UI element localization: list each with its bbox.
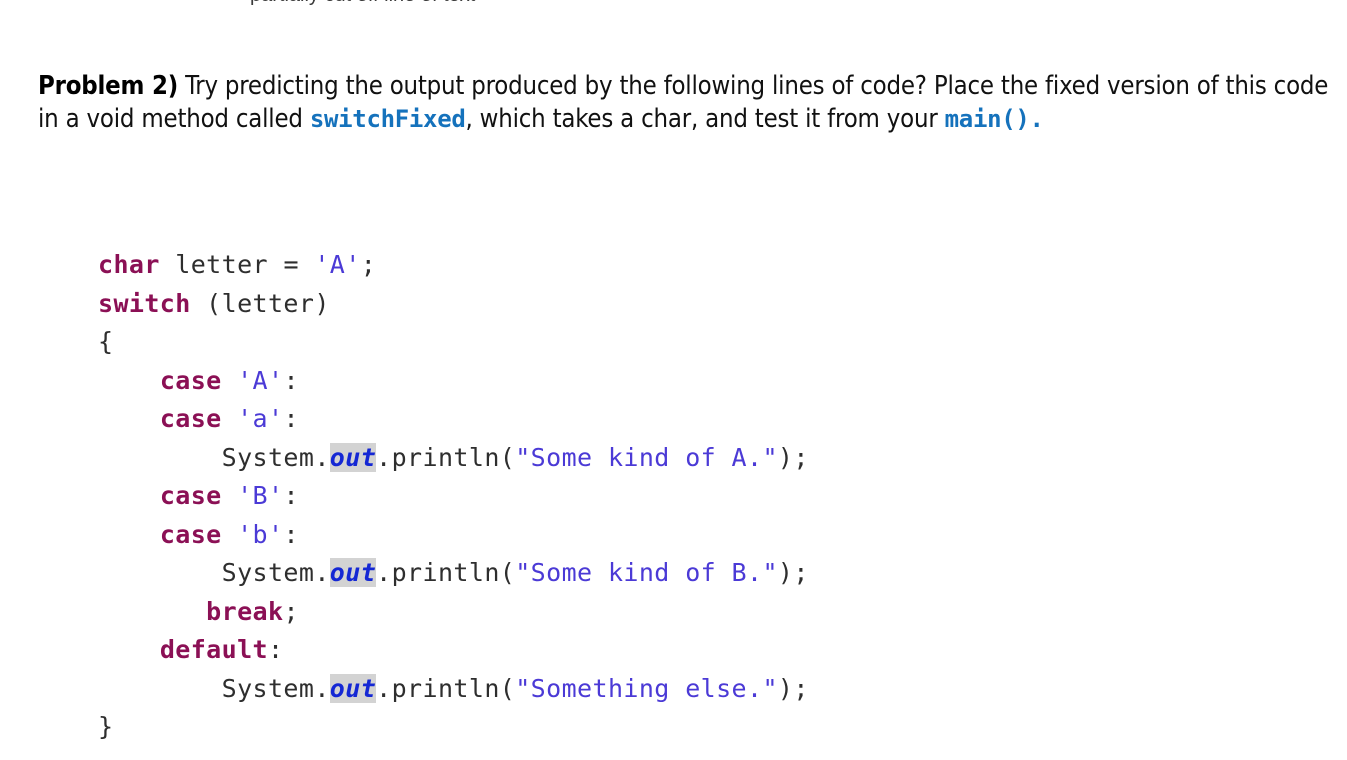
code-token-punct: ( — [499, 673, 516, 703]
code-line: default: — [98, 631, 809, 670]
code-token-punct: ) — [777, 442, 794, 472]
code-token-punct: . — [314, 442, 330, 472]
code-token-str: "Some kind of B." — [515, 558, 778, 587]
code-line: case 'a': — [98, 400, 809, 439]
code-token-field-out: out — [329, 673, 377, 703]
code-token-ident: letter — [175, 250, 268, 279]
code-token-punct: ) — [777, 558, 794, 587]
code-token-kw: default — [159, 635, 268, 664]
code-token-ident: println — [391, 442, 500, 472]
code-token-punct: ) — [777, 673, 794, 703]
code-token-punct: : — [283, 481, 299, 510]
code-token-brace: } — [98, 712, 114, 741]
code-token-punct: ( — [499, 442, 516, 472]
code-token-punct: : — [283, 404, 299, 433]
code-token-lit: 'a' — [237, 404, 284, 433]
code-token-kw: case — [159, 519, 222, 549]
code-token-punct: ; — [793, 673, 809, 703]
code-token-punct: : — [283, 365, 299, 395]
problem-label: Problem 2) — [38, 70, 179, 101]
code-line: { — [98, 323, 809, 362]
code-token-ident: letter — [221, 288, 315, 318]
code-token-lit: 'A' — [237, 365, 284, 395]
code-line: System.out.println("Something else."); — [98, 670, 809, 709]
code-token-lit: 'B' — [237, 481, 284, 510]
code-token-lit: 'A' — [314, 250, 361, 279]
code-line: case 'b': — [98, 516, 809, 555]
code-token-punct: ; — [360, 250, 377, 279]
code-token-str: "Some kind of A." — [515, 442, 778, 472]
clipped-top-text: partially cut off line of text — [250, 0, 475, 6]
code-line: break; — [98, 593, 809, 632]
code-line: case 'B': — [98, 477, 809, 516]
code-token-punct: ) — [314, 288, 330, 318]
method-name-switchfixed: switchFixed — [309, 104, 466, 133]
code-token-field-out: out — [329, 558, 377, 587]
code-token-kw: char — [98, 250, 160, 279]
prompt-text-part-2: , which takes a char, and test it from y… — [465, 103, 945, 134]
code-line: case 'A': — [98, 362, 809, 401]
code-token-brace: { — [98, 327, 114, 356]
code-token-punct: ; — [793, 442, 809, 472]
code-token-punct: ( — [499, 558, 516, 587]
code-token-punct: ; — [283, 596, 299, 626]
java-code-listing: char letter = 'A'; switch (letter){ case … — [98, 246, 809, 747]
code-token-punct: . — [376, 442, 392, 472]
code-token-ident: System — [221, 558, 315, 587]
code-token-punct: = — [283, 250, 299, 279]
code-token-str: "Something else." — [515, 673, 778, 703]
code-token-punct: . — [376, 558, 392, 587]
code-line: } — [98, 708, 809, 747]
code-token-kw: case — [159, 365, 222, 395]
code-token-punct: ( — [206, 288, 222, 318]
code-token-ident: System — [221, 442, 315, 472]
code-token-kw: case — [159, 404, 222, 433]
code-token-ident: println — [391, 558, 500, 587]
code-token-punct: ; — [793, 558, 809, 587]
code-token-lit: 'b' — [237, 519, 284, 549]
code-line: char letter = 'A'; — [98, 246, 809, 285]
code-token-punct: . — [314, 673, 330, 703]
method-name-main: main(). — [944, 104, 1044, 133]
code-token-punct: : — [283, 519, 299, 549]
code-line: System.out.println("Some kind of B."); — [98, 554, 809, 593]
code-token-punct: : — [267, 635, 284, 664]
code-token-ident: println — [391, 673, 500, 703]
code-token-kw: switch — [98, 288, 191, 318]
code-token-punct: . — [376, 673, 392, 703]
code-line: switch (letter) — [98, 285, 809, 324]
code-token-ident: System — [221, 673, 315, 703]
code-token-kw: case — [159, 481, 222, 510]
clipped-top-text-sliver: partially cut off line of text — [0, 0, 1347, 6]
code-token-punct: . — [314, 558, 330, 587]
code-token-kw: break — [206, 596, 284, 626]
problem-prompt: Problem 2) Try predicting the output pro… — [38, 70, 1338, 136]
code-token-field-out: out — [329, 442, 377, 472]
code-line: System.out.println("Some kind of A."); — [98, 439, 809, 478]
